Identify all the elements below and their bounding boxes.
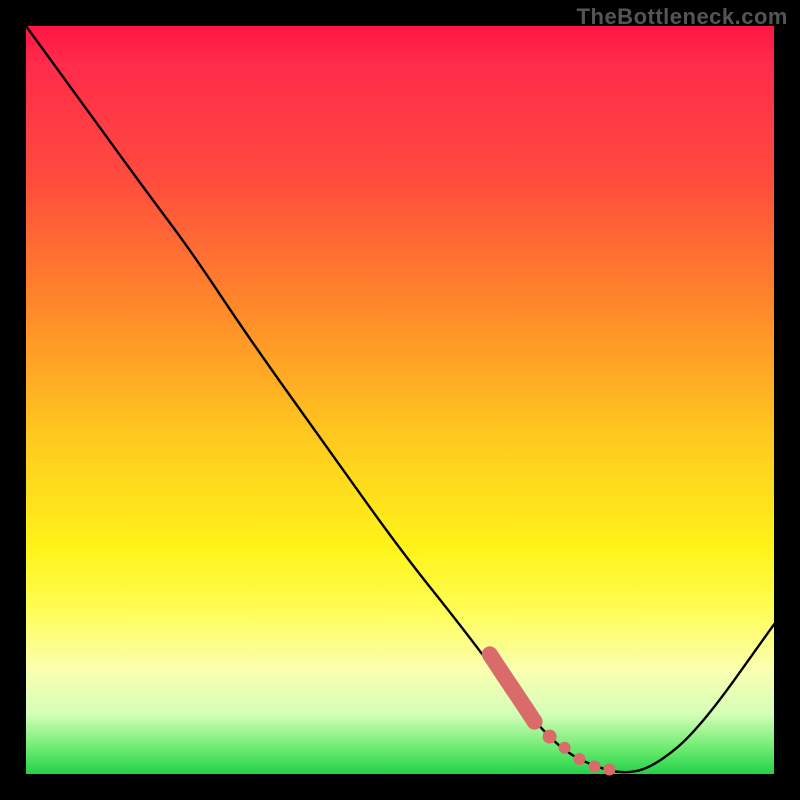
- chart-svg: [26, 26, 774, 774]
- chart-frame: TheBottleneck.com: [0, 0, 800, 800]
- highlight-dot: [559, 742, 571, 754]
- highlight-thick-segment: [490, 654, 535, 721]
- highlight-dots-group: [490, 654, 616, 775]
- bottleneck-curve: [26, 26, 774, 772]
- highlight-dot: [603, 764, 615, 776]
- highlight-dot: [589, 761, 601, 773]
- highlight-dot: [543, 730, 557, 744]
- highlight-dot: [528, 715, 542, 729]
- highlight-dot: [574, 753, 586, 765]
- plot-area: [26, 26, 774, 774]
